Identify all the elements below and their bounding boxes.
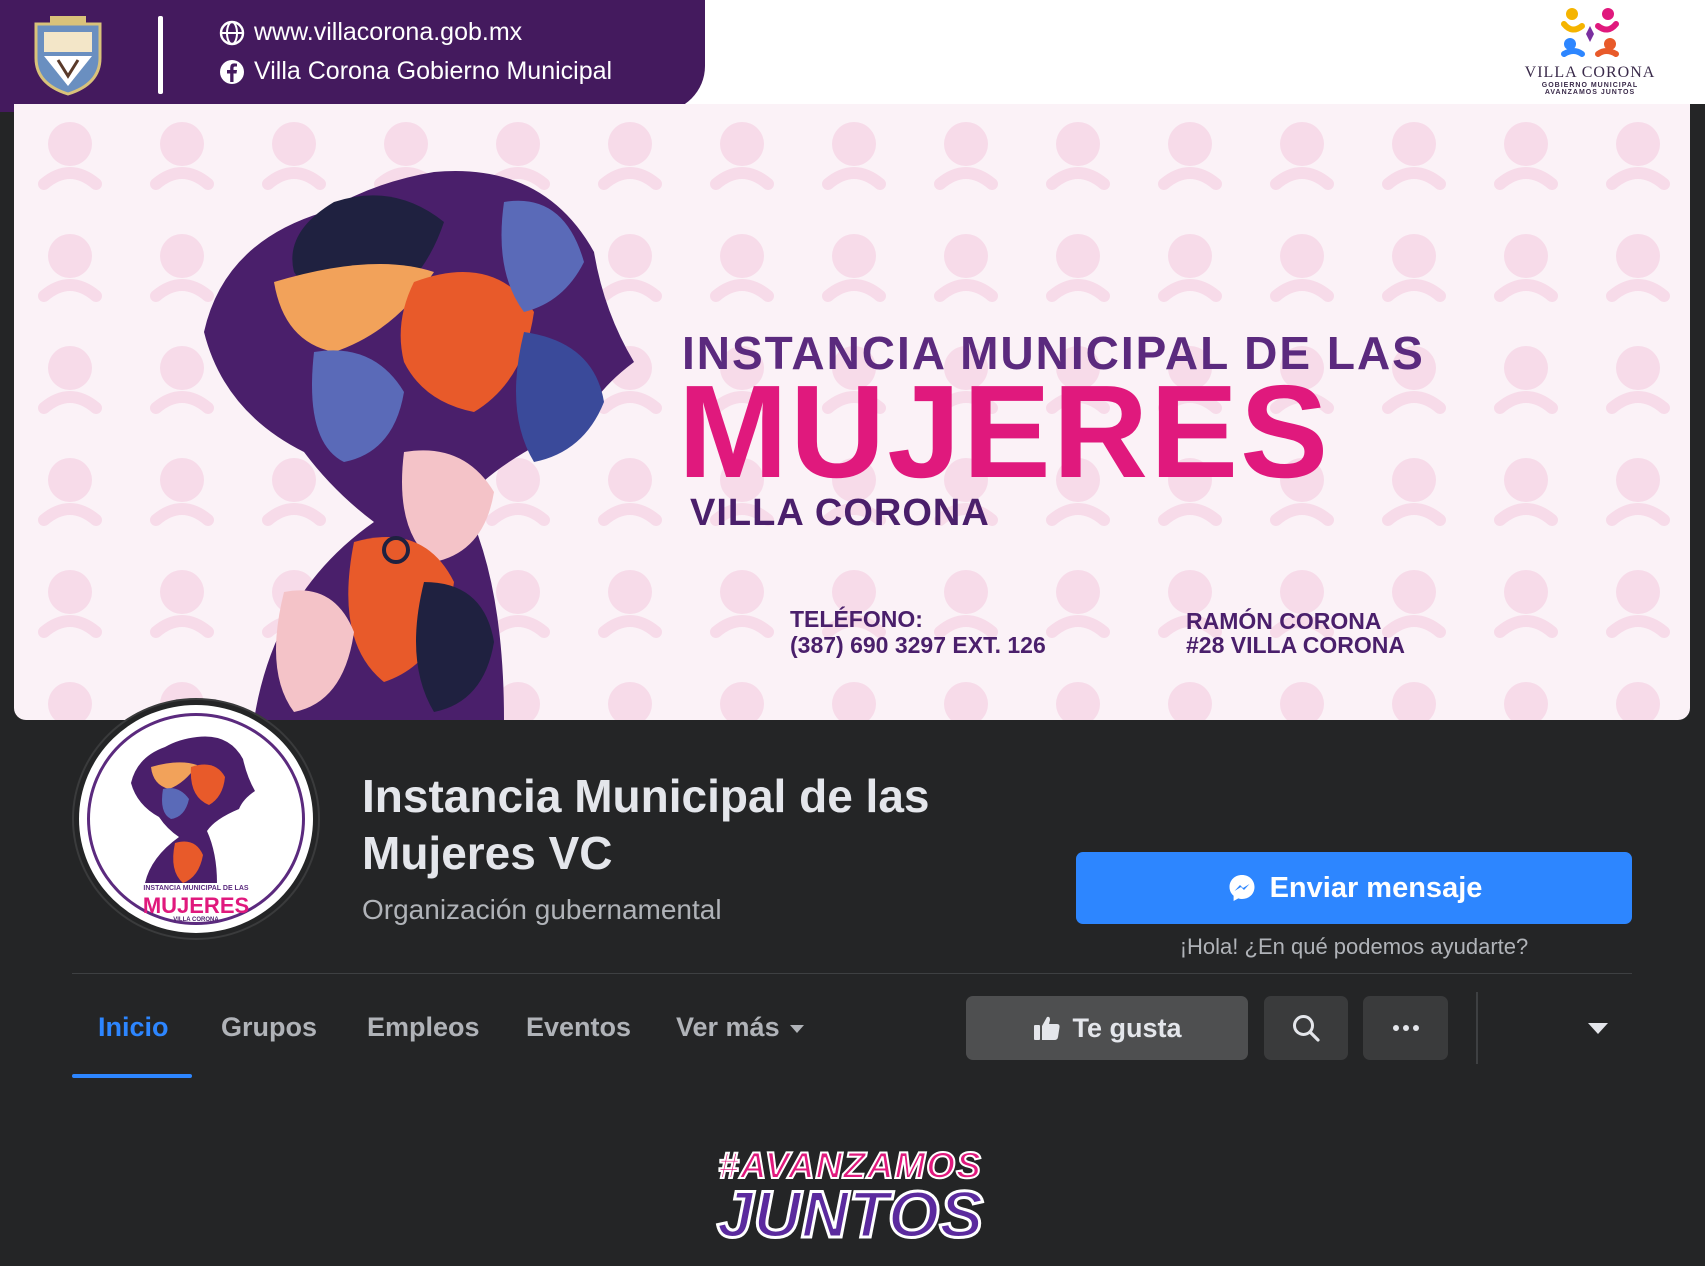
avatar-subtitle: VILLA CORONA xyxy=(173,917,219,923)
logo-tagline: AVANZAMOS JUNTOS xyxy=(1544,89,1636,96)
tab-inicio[interactable]: Inicio xyxy=(98,1012,169,1043)
profile-avatar[interactable]: INSTANCIA MUNICIPAL DE LAS MUJERES VILLA… xyxy=(74,700,318,938)
search-icon xyxy=(1293,1015,1320,1042)
account-dropdown-button[interactable] xyxy=(1580,1014,1616,1042)
action-separator xyxy=(1476,992,1478,1064)
logo-subtitle: GOBIERNO MUNICIPAL xyxy=(1541,82,1639,89)
profile-divider xyxy=(72,973,1632,974)
cover-subtitle: VILLA CORONA xyxy=(690,492,990,534)
cover-address-line1: RAMÓN CORONA xyxy=(1186,608,1382,634)
slogan-line2: JUNTOS xyxy=(715,1177,985,1251)
logo-name: VILLA CORONA xyxy=(1524,64,1656,81)
more-icon xyxy=(1392,1025,1419,1031)
tab-grupos[interactable]: Grupos xyxy=(221,1012,317,1043)
screenshot-root: www.villacorona.gob.mx Villa Corona Gobi… xyxy=(0,0,1705,1266)
page-title[interactable]: Instancia Municipal de las Mujeres VC xyxy=(362,768,1002,882)
send-message-label: Enviar mensaje xyxy=(1269,871,1483,904)
messenger-icon xyxy=(1229,875,1255,901)
search-button[interactable] xyxy=(1264,996,1348,1060)
tab-eventos[interactable]: Eventos xyxy=(526,1012,631,1043)
tab-ver-mas-label: Ver más xyxy=(676,1012,780,1042)
tab-empleos[interactable]: Empleos xyxy=(367,1012,480,1043)
tab-ver-mas[interactable]: Ver más xyxy=(676,1012,804,1043)
website-link[interactable]: www.villacorona.gob.mx xyxy=(218,18,522,47)
villa-corona-logo-icon xyxy=(1561,8,1619,57)
facebook-icon xyxy=(220,59,244,84)
government-banner: www.villacorona.gob.mx Villa Corona Gobi… xyxy=(0,0,705,112)
avatar-silhouette-illustration xyxy=(131,736,255,883)
cover-phone-label: TELÉFONO: xyxy=(790,606,923,632)
send-message-button[interactable]: Enviar mensaje xyxy=(1076,852,1632,924)
municipal-crest-icon xyxy=(34,16,102,96)
cover-title: MUJERES xyxy=(678,358,1331,505)
cover-photo: INSTANCIA MUNICIPAL DE LAS MUJERES VILLA… xyxy=(14,104,1690,720)
header-separator xyxy=(158,16,163,94)
chevron-down-icon xyxy=(789,1024,804,1033)
facebook-link[interactable]: Villa Corona Gobierno Municipal xyxy=(218,57,612,86)
like-label: Te gusta xyxy=(1072,1012,1182,1043)
avatar-kicker: INSTANCIA MUNICIPAL DE LAS xyxy=(143,885,249,892)
like-button[interactable]: Te gusta xyxy=(966,996,1248,1060)
tab-active-indicator xyxy=(72,1074,192,1078)
more-options-button[interactable] xyxy=(1363,996,1448,1060)
message-hint: ¡Hola! ¿En qué podemos ayudarte? xyxy=(1179,934,1529,959)
thumbs-up-icon xyxy=(1034,1016,1061,1040)
villa-corona-logo: VILLA CORONA GOBIERNO MUNICIPAL AVANZAMO… xyxy=(1500,4,1680,100)
avanzamos-juntos-slogan: #AVANZAMOS JUNTOS xyxy=(700,1145,1000,1251)
cover-phone-number: (387) 690 3297 EXT. 126 xyxy=(790,632,1046,658)
page-category: Organización gubernamental xyxy=(362,894,722,925)
cover-address-line2: #28 VILLA CORONA xyxy=(1186,632,1405,658)
chevron-down-icon xyxy=(1588,1022,1608,1034)
avatar-title: MUJERES xyxy=(142,893,250,918)
website-text: www.villacorona.gob.mx xyxy=(254,18,523,46)
facebook-page-text: Villa Corona Gobierno Municipal xyxy=(254,57,613,85)
women-silhouette-illustration xyxy=(204,171,634,720)
globe-icon xyxy=(219,20,245,45)
